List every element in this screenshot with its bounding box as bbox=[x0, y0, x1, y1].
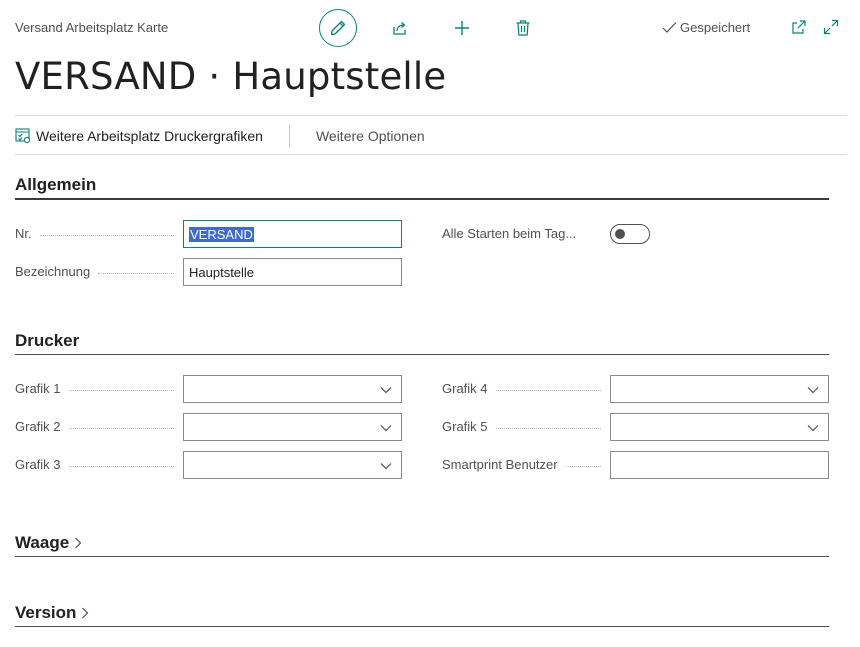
divider bbox=[15, 154, 847, 155]
chevron-right-icon bbox=[75, 537, 82, 549]
bezeichnung-field[interactable]: Hauptstelle bbox=[183, 258, 402, 286]
grafik2-select[interactable] bbox=[183, 413, 402, 441]
expand-icon bbox=[823, 19, 839, 35]
bezeichnung-value: Hauptstelle bbox=[189, 264, 255, 280]
grafik3-label-text: Grafik 3 bbox=[15, 457, 61, 472]
grafik1-label-text: Grafik 1 bbox=[15, 381, 61, 396]
action-bar: Weitere Arbeitsplatz Druckergrafiken Wei… bbox=[15, 125, 425, 147]
nr-label-text: Nr. bbox=[15, 226, 32, 241]
divider bbox=[15, 115, 847, 116]
checkmark-icon bbox=[662, 22, 677, 33]
delete-button[interactable] bbox=[511, 16, 535, 40]
section-scale-title: Waage bbox=[15, 533, 70, 552]
section-version-header[interactable]: Version bbox=[15, 603, 90, 623]
grafik3-select[interactable] bbox=[183, 451, 402, 479]
nr-field[interactable]: VERSAND bbox=[183, 220, 402, 248]
chevron-down-icon bbox=[807, 425, 819, 432]
alle-starten-toggle[interactable] bbox=[610, 224, 650, 244]
more-options-action[interactable]: Weitere Optionen bbox=[316, 128, 425, 144]
section-printer-title: Drucker bbox=[15, 331, 80, 350]
chevron-down-icon bbox=[380, 463, 392, 470]
section-version-title: Version bbox=[15, 603, 77, 622]
grafik5-label-text: Grafik 5 bbox=[442, 419, 488, 434]
alle-starten-label: Alle Starten beim Tag... bbox=[442, 226, 602, 241]
smartprint-label-text: Smartprint Benutzer bbox=[442, 457, 558, 472]
saved-label: Gespeichert bbox=[680, 20, 751, 35]
section-divider bbox=[15, 354, 829, 355]
section-general-header[interactable]: Allgemein bbox=[15, 175, 96, 195]
bezeichnung-label-text: Bezeichnung bbox=[15, 264, 91, 279]
grafik4-select[interactable] bbox=[610, 375, 829, 403]
chevron-down-icon bbox=[380, 425, 392, 432]
section-divider bbox=[15, 198, 829, 200]
share-icon bbox=[393, 22, 406, 35]
nr-label: Nr. bbox=[15, 226, 180, 241]
section-general-title: Allgemein bbox=[15, 175, 97, 194]
bezeichnung-label: Bezeichnung bbox=[15, 264, 180, 279]
open-new-window-button[interactable] bbox=[788, 16, 810, 38]
edit-button[interactable] bbox=[319, 9, 357, 47]
share-button[interactable] bbox=[388, 16, 412, 40]
grafik5-label: Grafik 5 bbox=[442, 419, 607, 434]
printer-graphics-label: Weitere Arbeitsplatz Druckergrafiken bbox=[36, 128, 263, 144]
chevron-down-icon bbox=[380, 387, 392, 394]
grafik3-label: Grafik 3 bbox=[15, 457, 180, 472]
grafik2-label-text: Grafik 2 bbox=[15, 419, 61, 434]
plus-icon bbox=[455, 21, 469, 35]
section-printer-header[interactable]: Drucker bbox=[15, 331, 79, 351]
page-title: VERSAND · Hauptstelle bbox=[15, 55, 447, 98]
breadcrumb: Versand Arbeitsplatz Karte bbox=[15, 20, 169, 35]
grafik1-select[interactable] bbox=[183, 375, 402, 403]
action-separator bbox=[288, 125, 290, 147]
saved-status: Gespeichert bbox=[662, 20, 750, 35]
trash-icon bbox=[516, 20, 530, 36]
expand-button[interactable] bbox=[820, 16, 842, 38]
grafik4-label: Grafik 4 bbox=[442, 381, 607, 396]
grafik2-label: Grafik 2 bbox=[15, 419, 180, 434]
pencil-icon bbox=[330, 20, 346, 36]
chevron-down-icon bbox=[807, 387, 819, 394]
smartprint-label: Smartprint Benutzer bbox=[442, 457, 607, 472]
popout-icon bbox=[792, 20, 806, 34]
nr-value: VERSAND bbox=[189, 226, 254, 242]
grafik4-label-text: Grafik 4 bbox=[442, 381, 488, 396]
chevron-right-icon bbox=[82, 607, 89, 619]
grafik5-select[interactable] bbox=[610, 413, 829, 441]
smartprint-field[interactable] bbox=[610, 451, 829, 479]
add-button[interactable] bbox=[450, 16, 474, 40]
section-divider bbox=[15, 626, 829, 627]
printer-graphics-icon bbox=[15, 128, 31, 144]
section-divider bbox=[15, 556, 829, 557]
grafik1-label: Grafik 1 bbox=[15, 381, 180, 396]
section-scale-header[interactable]: Waage bbox=[15, 533, 83, 553]
printer-graphics-action[interactable]: Weitere Arbeitsplatz Druckergrafiken bbox=[15, 128, 263, 144]
alle-starten-label-text: Alle Starten beim Tag... bbox=[442, 226, 577, 241]
toggle-knob bbox=[615, 229, 625, 239]
